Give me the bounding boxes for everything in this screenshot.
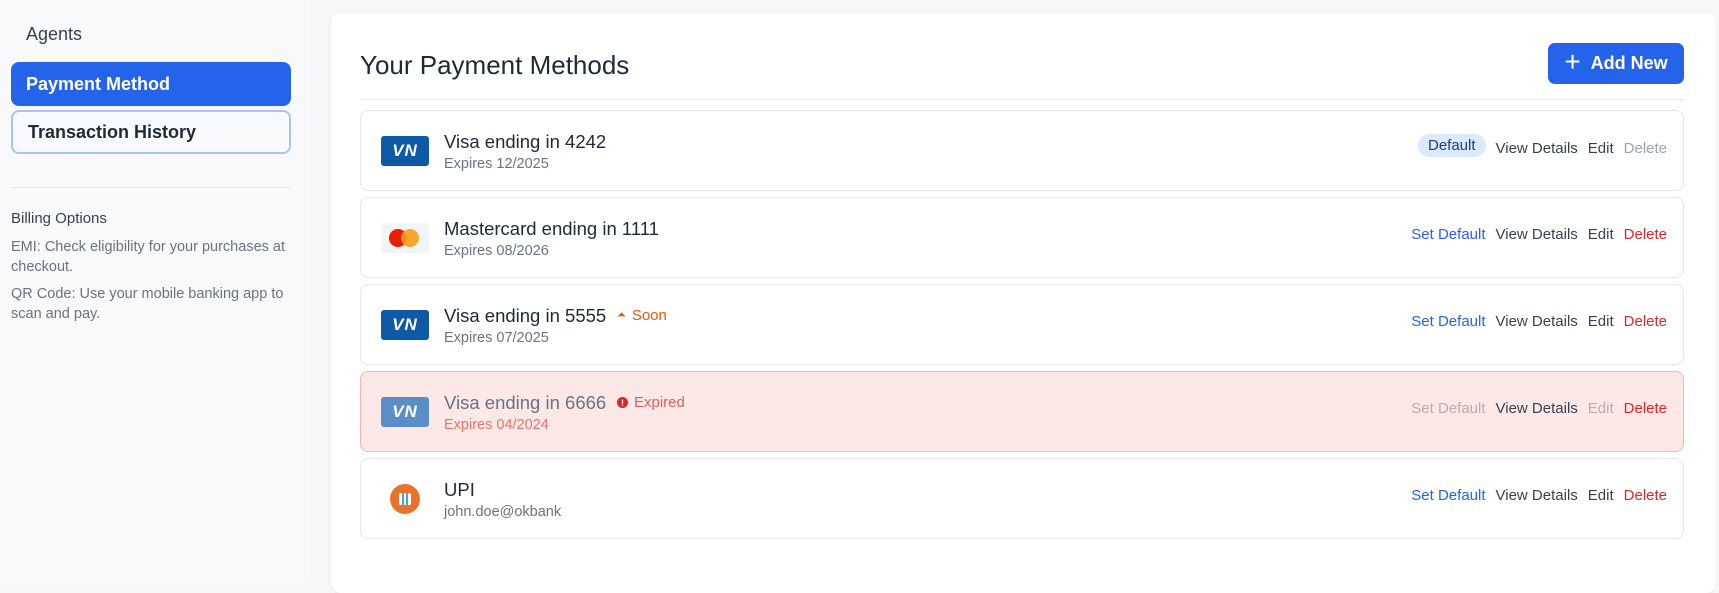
card-title: Visa ending in 4242 bbox=[444, 131, 607, 152]
delete-button[interactable]: Delete bbox=[1624, 400, 1667, 417]
set-default-button[interactable]: Set Default bbox=[1411, 487, 1485, 504]
edit-button: Edit bbox=[1587, 400, 1614, 417]
card-title: Visa ending in 6666 bbox=[444, 392, 607, 413]
view-details-button[interactable]: View Details bbox=[1496, 487, 1578, 504]
view-details-button[interactable]: View Details bbox=[1496, 313, 1578, 330]
set-default-button: Set Default bbox=[1411, 400, 1486, 417]
set-default-button[interactable]: Set Default bbox=[1411, 226, 1485, 243]
payment-card-visa-5555: VN Visa ending in 5555 ⏶ Soon Expires 07… bbox=[360, 284, 1684, 365]
delete-button: Delete bbox=[1623, 139, 1667, 157]
card-upi-id: john.doe@okbank bbox=[444, 504, 562, 520]
alert-circle-icon: ! bbox=[617, 397, 628, 408]
page-title: Your Payment Methods bbox=[360, 50, 630, 80]
view-details-button[interactable]: View Details bbox=[1496, 140, 1578, 157]
set-default-button[interactable]: Set Default bbox=[1411, 313, 1485, 330]
edit-button[interactable]: Edit bbox=[1588, 313, 1614, 330]
tag-label: Expired bbox=[634, 394, 685, 411]
payment-card-visa-6666: VN Visa ending in 6666 ! Expired Expires… bbox=[360, 371, 1684, 452]
sidebar-item-agents[interactable]: Agents bbox=[26, 24, 82, 45]
sidebar-divider bbox=[11, 187, 291, 188]
warning-up-icon: ⏶ bbox=[617, 309, 626, 321]
delete-button[interactable]: Delete bbox=[1624, 313, 1667, 330]
visa-logo-icon: VN bbox=[381, 136, 429, 166]
default-badge: Default bbox=[1417, 134, 1486, 157]
payment-card-mastercard-1111: Mastercard ending in 1111 Expires 08/202… bbox=[360, 197, 1684, 278]
main-panel: Your Payment Methods + Add New VN Visa e… bbox=[331, 13, 1716, 593]
expired-tag: ! Expired bbox=[617, 394, 685, 411]
card-expiry: Expires 08/2026 bbox=[444, 243, 549, 259]
sidebar: Agents Payment Method Transaction Histor… bbox=[0, 0, 310, 582]
edit-button[interactable]: Edit bbox=[1588, 226, 1614, 243]
card-actions: Default View Details Edit Delete bbox=[1417, 134, 1667, 157]
billing-options-title: Billing Options bbox=[11, 210, 107, 227]
payment-card-upi: UPI john.doe@okbank Set Default View Det… bbox=[360, 458, 1684, 539]
card-expiry: Expires 07/2025 bbox=[444, 330, 549, 346]
billing-emi-text: EMI: Check eligibility for your purchase… bbox=[11, 239, 285, 275]
card-expiry: Expires 04/2024 bbox=[444, 417, 549, 433]
delete-button[interactable]: Delete bbox=[1624, 226, 1667, 243]
visa-logo-icon: VN bbox=[381, 310, 429, 340]
card-title: Mastercard ending in 1111 bbox=[444, 218, 659, 239]
delete-button[interactable]: Delete bbox=[1624, 487, 1667, 504]
visa-logo-icon: VN bbox=[381, 397, 429, 427]
view-details-button[interactable]: View Details bbox=[1496, 226, 1578, 243]
add-new-label: Add New bbox=[1590, 53, 1668, 73]
sidebar-item-payment-method[interactable]: Payment Method bbox=[11, 62, 291, 106]
plus-icon: + bbox=[1564, 46, 1581, 77]
card-expiry: Expires 12/2025 bbox=[444, 156, 549, 172]
expiring-soon-tag: ⏶ Soon bbox=[617, 307, 667, 324]
mastercard-orange-circle bbox=[401, 229, 419, 247]
upi-bars-icon bbox=[399, 493, 411, 505]
view-details-button[interactable]: View Details bbox=[1496, 400, 1578, 417]
sidebar-item-transaction-history[interactable]: Transaction History bbox=[11, 110, 291, 154]
tag-label: Soon bbox=[631, 307, 667, 324]
billing-qr-text: QR Code: Use your mobile banking app to … bbox=[11, 286, 284, 322]
title-divider bbox=[360, 99, 1684, 100]
card-title: UPI bbox=[444, 479, 475, 500]
add-new-button[interactable]: + Add New bbox=[1548, 43, 1684, 84]
card-actions: Set Default View Details Edit Delete bbox=[1411, 400, 1667, 417]
card-actions: Set Default View Details Edit Delete bbox=[1411, 226, 1667, 243]
payment-card-visa-4242: VN Visa ending in 4242 Expires 12/2025 D… bbox=[360, 110, 1684, 191]
mastercard-logo-icon bbox=[381, 223, 429, 253]
edit-button[interactable]: Edit bbox=[1588, 487, 1614, 504]
card-actions: Set Default View Details Edit Delete bbox=[1411, 313, 1667, 330]
upi-logo-icon bbox=[390, 484, 420, 514]
card-actions: Set Default View Details Edit Delete bbox=[1411, 487, 1667, 504]
edit-button[interactable]: Edit bbox=[1588, 140, 1614, 157]
card-title: Visa ending in 5555 bbox=[444, 305, 607, 326]
